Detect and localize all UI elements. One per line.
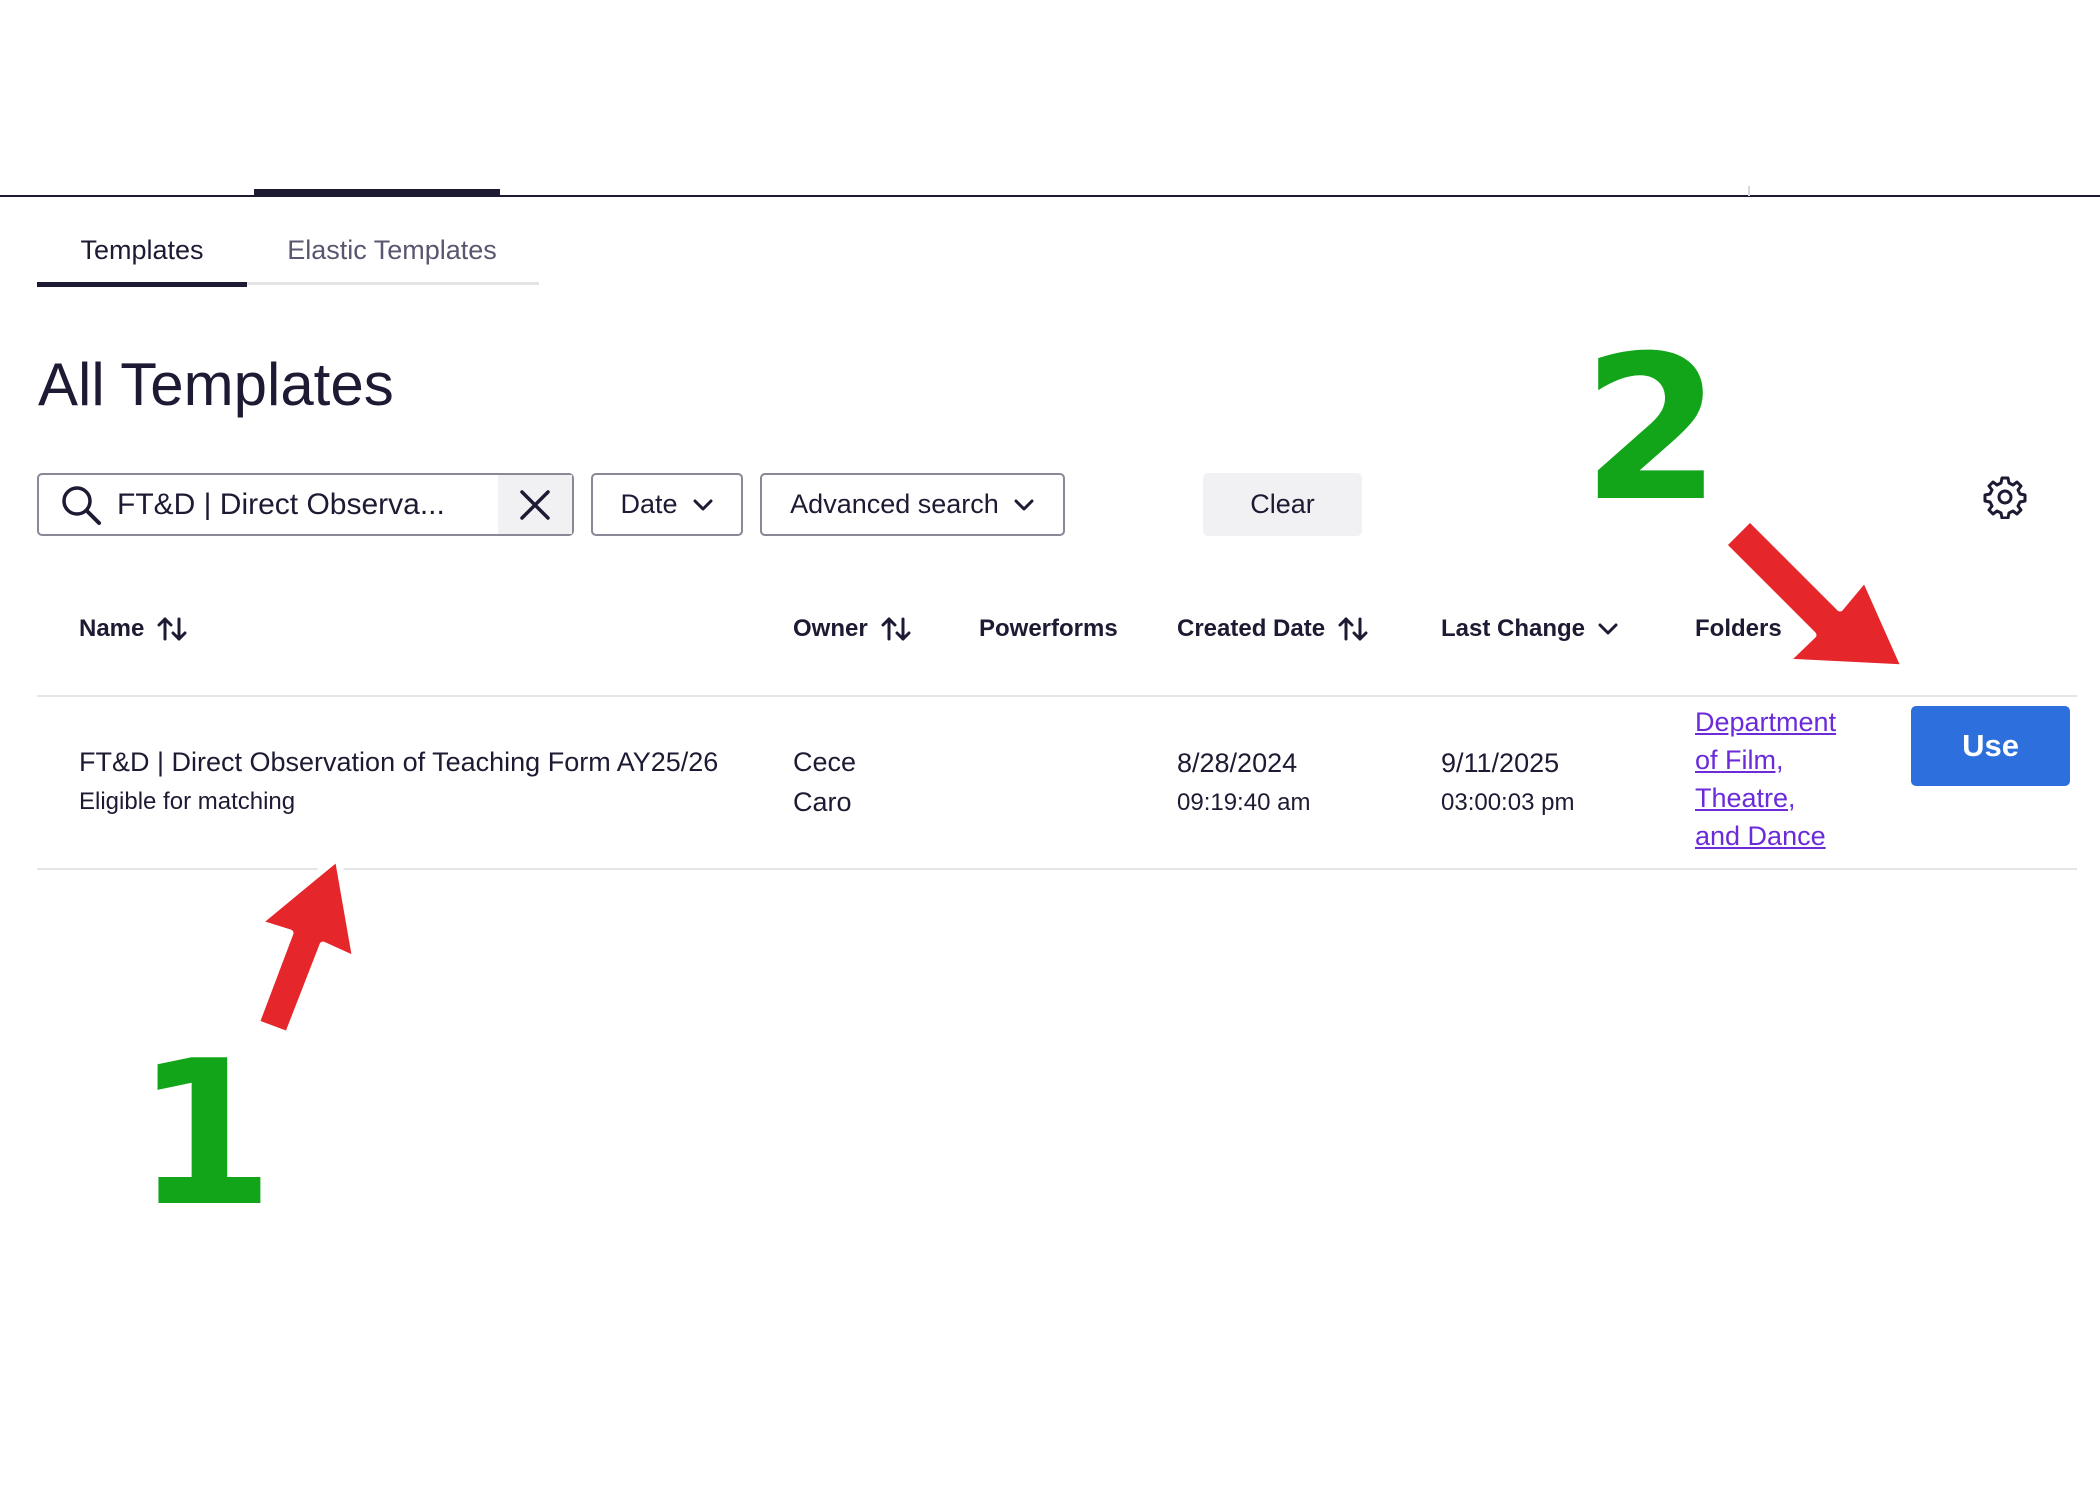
column-header-last-change[interactable]: Last Change <box>1441 615 1619 643</box>
column-header-created-label: Created Date <box>1177 615 1326 642</box>
owner-last: Caro <box>793 787 852 817</box>
table-row-owner: Cece Caro <box>793 742 856 822</box>
date-filter-button[interactable]: Date <box>591 473 743 536</box>
chevron-down-icon <box>693 499 713 510</box>
annotation-arrow-1 <box>252 853 360 1039</box>
table-row-last-change: 9/11/2025 03:00:03 pm <box>1441 743 1574 823</box>
tab-templates[interactable]: Templates <box>37 218 247 287</box>
use-button[interactable]: Use <box>1911 706 2070 786</box>
page-title: All Templates <box>38 351 394 418</box>
changed-date: 9/11/2025 <box>1441 748 1560 778</box>
step-number-1: 1 <box>135 1018 275 1251</box>
search-input[interactable]: FT&D | Direct Observa... <box>37 473 574 536</box>
search-icon <box>62 485 101 525</box>
template-status: Eligible for matching <box>79 788 296 815</box>
clear-filters-button[interactable]: Clear <box>1203 473 1362 536</box>
folder-line: of Film, <box>1695 745 1784 775</box>
folder-line: Department <box>1695 707 1837 737</box>
table-row-name[interactable]: FT&D | Direct Observation of Teaching Fo… <box>79 742 759 822</box>
created-time: 09:19:40 am <box>1177 789 1311 816</box>
folder-line: Theatre, <box>1695 783 1796 813</box>
date-filter-label: Date <box>620 489 678 519</box>
top-active-indicator <box>254 189 500 196</box>
advanced-search-label: Advanced search <box>790 489 999 519</box>
column-header-owner-label: Owner <box>793 615 868 642</box>
sort-icon <box>881 617 911 641</box>
folder-link[interactable]: Department of Film, Theatre, and Dance <box>1695 703 1875 855</box>
top-divider-tick <box>1748 186 1750 196</box>
column-header-owner[interactable]: Owner <box>793 615 912 643</box>
template-name[interactable]: FT&D | Direct Observation of Teaching Fo… <box>79 742 759 782</box>
search-value: FT&D | Direct Observa... <box>117 487 445 521</box>
folder-line: and Dance <box>1695 821 1826 851</box>
owner-first: Cece <box>793 747 857 777</box>
created-date: 8/28/2024 <box>1177 748 1298 778</box>
gear-icon[interactable] <box>1983 475 2027 519</box>
step-number-2: 2 <box>1582 313 1722 546</box>
chevron-down-icon <box>1014 499 1034 510</box>
tab-elastic-templates[interactable]: Elastic Templates <box>247 218 537 282</box>
column-header-last-change-label: Last Change <box>1441 615 1586 642</box>
column-header-powerforms-label: Powerforms <box>979 615 1118 642</box>
sort-icon <box>157 617 187 641</box>
table-header-divider <box>37 695 2077 697</box>
chevron-down-icon <box>1598 623 1618 635</box>
column-header-name-label: Name <box>79 615 145 642</box>
close-icon <box>520 489 550 520</box>
changed-time: 03:00:03 pm <box>1441 789 1575 816</box>
template-tabs: Templates Elastic Templates <box>37 218 539 287</box>
column-header-created-date[interactable]: Created Date <box>1177 615 1369 643</box>
column-header-powerforms: Powerforms <box>979 615 1118 643</box>
advanced-search-button[interactable]: Advanced search <box>760 473 1065 536</box>
sort-icon <box>1338 617 1368 641</box>
table-row-created: 8/28/2024 09:19:40 am <box>1177 743 1310 823</box>
column-header-name[interactable]: Name <box>79 615 188 643</box>
annotation-arrow-2 <box>1719 514 1909 672</box>
clear-search-button[interactable] <box>498 475 572 534</box>
